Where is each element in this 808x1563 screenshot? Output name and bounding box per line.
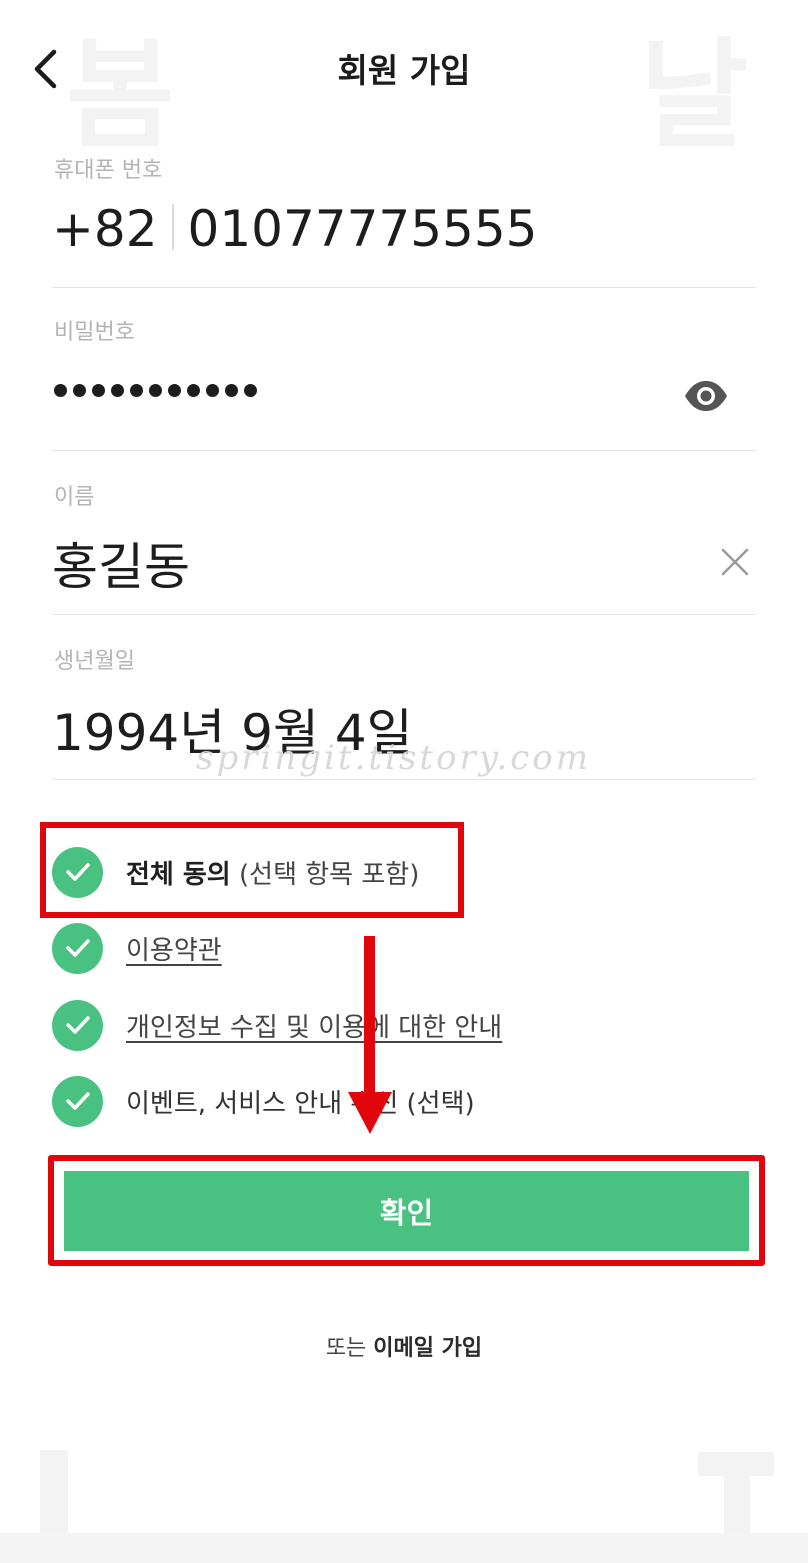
privacy-link[interactable]: 개인정보 수집 및 이용에 대한 안내 <box>126 1007 502 1044</box>
password-dot <box>130 384 143 397</box>
password-visibility-toggle[interactable] <box>682 378 730 414</box>
email-signup-prefix: 또는 <box>325 1336 367 1361</box>
phone-number-input[interactable]: 01077775555 <box>188 200 538 258</box>
phone-label: 휴대폰 번호 <box>54 158 163 183</box>
email-signup-row: 또는 이메일 가입 <box>0 1330 808 1362</box>
agree-privacy-checkbox[interactable]: 개인정보 수집 및 이용에 대한 안내 <box>52 999 502 1051</box>
password-dot <box>54 384 67 397</box>
check-circle-icon[interactable] <box>52 1075 103 1127</box>
arrow-down-icon <box>348 936 392 1134</box>
agree-terms-checkbox[interactable]: 이용약관 <box>52 922 222 974</box>
check-circle-icon[interactable] <box>52 999 103 1051</box>
password-dot <box>206 384 219 397</box>
password-dot <box>73 384 86 397</box>
watermark-url: springit.tistory.com <box>196 738 591 778</box>
highlight-box-confirm <box>48 1155 765 1266</box>
password-dot <box>187 384 200 397</box>
password-dot <box>244 384 257 397</box>
password-field[interactable]: 비밀번호 <box>52 288 756 451</box>
eye-icon <box>685 381 727 411</box>
clear-name-button[interactable] <box>718 545 752 579</box>
close-icon <box>721 548 749 576</box>
name-field[interactable]: 이름 홍길동 <box>52 451 756 615</box>
password-input[interactable] <box>54 384 257 397</box>
password-dot <box>92 384 105 397</box>
check-circle-icon[interactable] <box>52 922 103 974</box>
password-dot <box>225 384 238 397</box>
name-input[interactable]: 홍길동 <box>52 527 190 599</box>
password-label: 비밀번호 <box>54 320 135 345</box>
phone-field[interactable]: 휴대폰 번호 +82 01077775555 <box>52 140 756 288</box>
phone-value[interactable]: +82 01077775555 <box>52 200 537 258</box>
app-header: 회원 가입 <box>0 0 808 130</box>
birthdate-label: 생년월일 <box>54 649 135 674</box>
password-dot <box>149 384 162 397</box>
bottom-strip <box>0 1533 808 1563</box>
name-label: 이름 <box>54 485 95 510</box>
country-code[interactable]: +82 <box>52 200 158 258</box>
event-label: 이벤트, 서비스 안내 수신 (선택) <box>126 1088 475 1119</box>
password-dot <box>111 384 124 397</box>
highlight-box-agree-all <box>40 822 464 918</box>
agree-event-checkbox[interactable]: 이벤트, 서비스 안내 수신 (선택) <box>52 1075 475 1127</box>
email-signup-link[interactable]: 이메일 가입 <box>373 1336 482 1361</box>
terms-link[interactable]: 이용약관 <box>126 930 222 967</box>
password-dot <box>168 384 181 397</box>
divider <box>171 204 174 250</box>
page-title: 회원 가입 <box>337 51 471 90</box>
